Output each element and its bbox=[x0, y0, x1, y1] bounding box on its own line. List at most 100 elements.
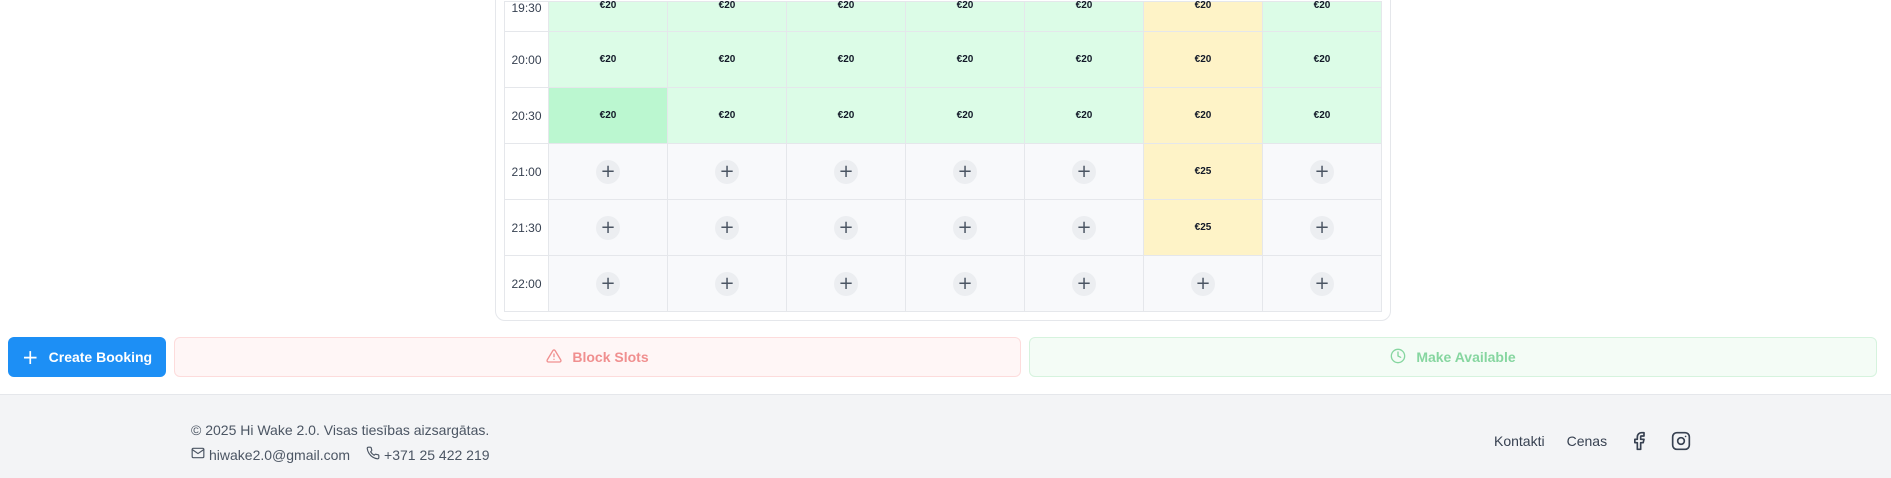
slot-price: €20 bbox=[837, 0, 855, 11]
footer-link-kontakti[interactable]: Kontakti bbox=[1494, 433, 1545, 449]
plus-icon: + bbox=[953, 215, 977, 240]
price-slot[interactable]: €20 bbox=[667, 87, 787, 144]
price-slot[interactable]: €20 bbox=[905, 31, 1025, 88]
price-slot[interactable]: €20 bbox=[548, 31, 668, 88]
price-slot[interactable]: €20 bbox=[786, 0, 906, 32]
plus-icon: + bbox=[834, 271, 858, 296]
empty-slot[interactable]: + bbox=[1262, 255, 1382, 312]
price-slot[interactable]: €20 bbox=[1024, 31, 1144, 88]
price-slot[interactable]: €20 bbox=[667, 31, 787, 88]
plus-icon: + bbox=[21, 345, 39, 369]
plus-icon: + bbox=[1072, 271, 1096, 296]
slot-price: €20 bbox=[718, 110, 736, 121]
block-slots-label: Block Slots bbox=[572, 349, 649, 365]
slot-price: €20 bbox=[1075, 54, 1093, 65]
schedule-grid: 19:30 €20 €20 €20 €20 €20 €20 €20 20:00 €20 €20 €20… bbox=[504, 1, 1382, 312]
make-available-button[interactable]: Make Available bbox=[1029, 337, 1877, 377]
price-slot[interactable]: €20 bbox=[667, 0, 787, 32]
empty-slot[interactable]: + bbox=[548, 255, 668, 312]
facebook-icon[interactable] bbox=[1629, 431, 1649, 451]
empty-slot[interactable]: + bbox=[1143, 255, 1263, 312]
empty-slot[interactable]: + bbox=[905, 255, 1025, 312]
slot-price: €20 bbox=[718, 54, 736, 65]
price-slot[interactable]: €20 bbox=[1143, 31, 1263, 88]
slot-price: €20 bbox=[1313, 110, 1331, 121]
time-label: 19:30 bbox=[504, 1, 549, 32]
plus-icon: + bbox=[1072, 159, 1096, 184]
empty-slot[interactable]: + bbox=[786, 199, 906, 256]
price-slot[interactable]: €20 bbox=[1024, 0, 1144, 32]
phone-link[interactable]: +371 25 422 219 bbox=[366, 446, 490, 463]
empty-slot[interactable]: + bbox=[1024, 143, 1144, 200]
footer-link-cenas[interactable]: Cenas bbox=[1567, 433, 1607, 449]
slot-price: €20 bbox=[718, 0, 736, 11]
selected-slot[interactable]: €20 bbox=[548, 87, 668, 144]
price-slot[interactable]: €20 bbox=[786, 31, 906, 88]
empty-slot[interactable]: + bbox=[1262, 143, 1382, 200]
schedule-card: 19:30 €20 €20 €20 €20 €20 €20 €20 20:00 €20 €20 €20… bbox=[495, 0, 1391, 321]
schedule-row: 21:00 + + + + + €25 + bbox=[504, 143, 1382, 200]
time-label: 22:00 bbox=[504, 255, 549, 312]
schedule-row: 20:30 €20 €20 €20 €20 €20 €20 €20 bbox=[504, 87, 1382, 144]
price-slot[interactable]: €25 bbox=[1143, 199, 1263, 256]
slot-price: €20 bbox=[956, 0, 974, 11]
slot-price: €20 bbox=[1075, 110, 1093, 121]
time-label: 20:00 bbox=[504, 31, 549, 88]
empty-slot[interactable]: + bbox=[667, 255, 787, 312]
plus-icon: + bbox=[715, 159, 739, 184]
price-slot[interactable]: €20 bbox=[786, 87, 906, 144]
warning-triangle-icon bbox=[546, 348, 562, 367]
price-slot[interactable]: €20 bbox=[1143, 87, 1263, 144]
plus-icon: + bbox=[834, 159, 858, 184]
time-label: 20:30 bbox=[504, 87, 549, 144]
slot-price: €20 bbox=[1194, 54, 1212, 65]
price-slot[interactable]: €20 bbox=[1262, 87, 1382, 144]
make-available-label: Make Available bbox=[1416, 349, 1516, 365]
empty-slot[interactable]: + bbox=[667, 199, 787, 256]
time-label: 21:00 bbox=[504, 143, 549, 200]
slot-price: €20 bbox=[837, 54, 855, 65]
price-slot[interactable]: €25 bbox=[1143, 143, 1263, 200]
empty-slot[interactable]: + bbox=[786, 143, 906, 200]
empty-slot[interactable]: + bbox=[786, 255, 906, 312]
mail-icon bbox=[191, 446, 205, 463]
empty-slot[interactable]: + bbox=[905, 143, 1025, 200]
slot-price: €20 bbox=[599, 110, 617, 121]
plus-icon: + bbox=[1310, 271, 1334, 296]
empty-slot[interactable]: + bbox=[1024, 199, 1144, 256]
plus-icon: + bbox=[1310, 159, 1334, 184]
empty-slot[interactable]: + bbox=[548, 143, 668, 200]
empty-slot[interactable]: + bbox=[667, 143, 787, 200]
slot-price: €20 bbox=[1194, 110, 1212, 121]
email-link[interactable]: hiwake2.0@gmail.com bbox=[191, 446, 350, 463]
plus-icon: + bbox=[953, 271, 977, 296]
plus-icon: + bbox=[596, 215, 620, 240]
plus-icon: + bbox=[596, 271, 620, 296]
instagram-icon[interactable] bbox=[1671, 431, 1691, 451]
empty-slot[interactable]: + bbox=[548, 199, 668, 256]
block-slots-button[interactable]: Block Slots bbox=[174, 337, 1021, 377]
price-slot[interactable]: €20 bbox=[1262, 1, 1382, 32]
email-text: hiwake2.0@gmail.com bbox=[209, 446, 351, 463]
empty-slot[interactable]: + bbox=[1024, 255, 1144, 312]
empty-slot[interactable]: + bbox=[905, 199, 1025, 256]
price-slot[interactable]: €20 bbox=[905, 0, 1025, 32]
empty-slot[interactable]: + bbox=[1262, 199, 1382, 256]
slot-price: €20 bbox=[956, 54, 974, 65]
price-slot[interactable]: €20 bbox=[1143, 1, 1263, 32]
phone-text: +371 25 422 219 bbox=[384, 446, 490, 463]
copyright-text: © 2025 Hi Wake 2.0. Visas tiesības aizsa… bbox=[191, 422, 490, 438]
create-booking-label: Create Booking bbox=[48, 349, 153, 365]
slot-price: €20 bbox=[1075, 0, 1093, 11]
price-slot[interactable]: €20 bbox=[905, 87, 1025, 144]
price-slot[interactable]: €20 bbox=[1024, 87, 1144, 144]
price-slot[interactable]: €20 bbox=[1262, 31, 1382, 88]
create-booking-button[interactable]: + Create Booking bbox=[8, 337, 166, 377]
price-slot[interactable]: €20 bbox=[548, 1, 668, 32]
plus-icon: + bbox=[834, 215, 858, 240]
footer-contacts: hiwake2.0@gmail.com +371 25 422 219 bbox=[191, 446, 490, 463]
plus-icon: + bbox=[1072, 215, 1096, 240]
footer: © 2025 Hi Wake 2.0. Visas tiesības aizsa… bbox=[0, 394, 1891, 478]
plus-icon: + bbox=[715, 271, 739, 296]
schedule-row: 20:00 €20 €20 €20 €20 €20 €20 €20 bbox=[504, 31, 1382, 88]
